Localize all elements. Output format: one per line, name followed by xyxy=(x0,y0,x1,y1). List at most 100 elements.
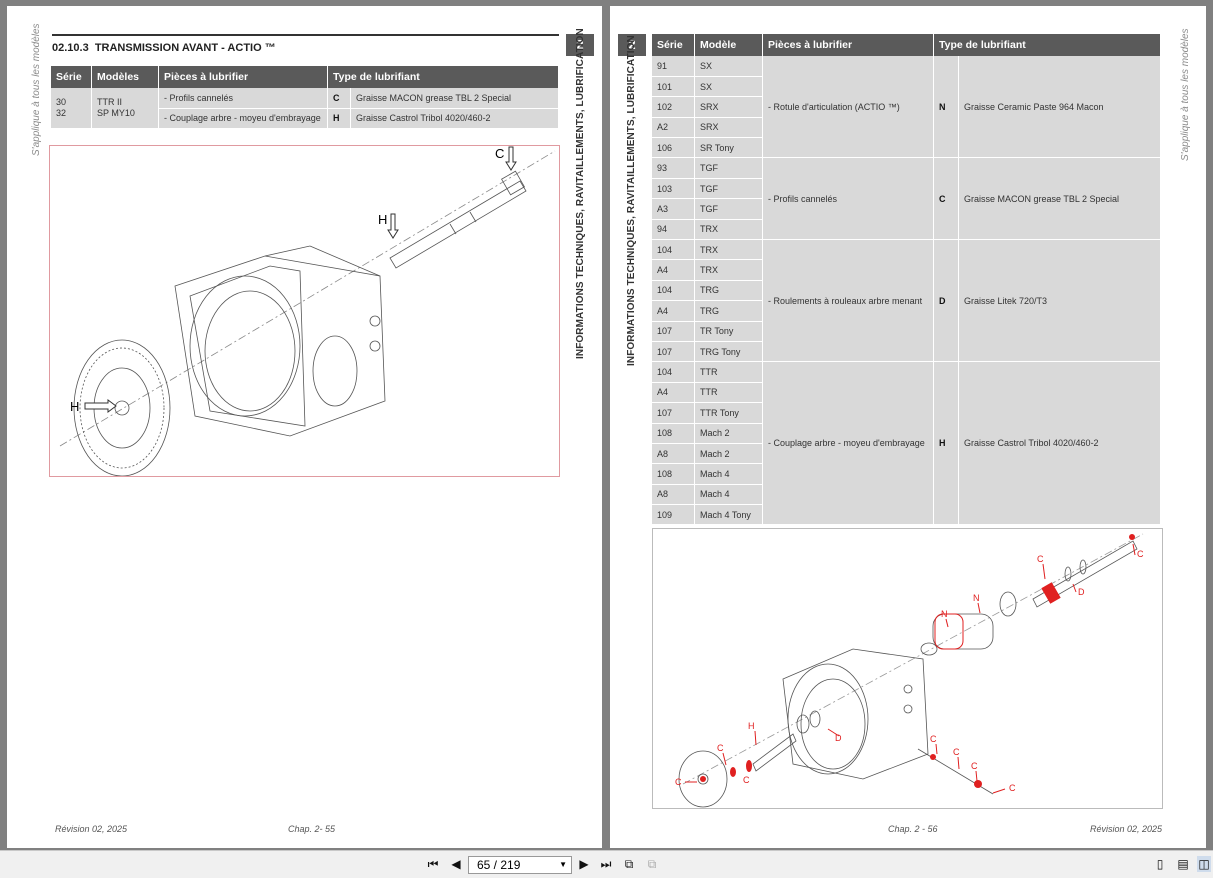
right-table-body: 91 SX - Rotule d'articulation (ACTIO ™) N Gr… xyxy=(652,56,1161,526)
cell-code: D xyxy=(933,239,959,363)
cell-model: SR Tony xyxy=(694,137,763,159)
single-page-icon[interactable]: ▯ xyxy=(1153,856,1167,872)
cell-model: SRX xyxy=(694,96,763,118)
header-type: Type de lubrifiant xyxy=(327,66,559,88)
cell-model: TRG xyxy=(694,280,763,302)
cell-series: A2 xyxy=(652,117,695,139)
table-row: 93 TGF - Profils cannelés C Graisse MACON gr… xyxy=(652,157,1161,241)
cell-model: Mach 4 Tony xyxy=(694,504,763,526)
cell-series: 30 32 xyxy=(51,88,92,129)
cell-models: TTR II SP MY10 xyxy=(91,88,159,129)
cell-code: C xyxy=(327,88,351,109)
chapter-title-vertical: INFORMATIONS TECHNIQUES, RAVITAILLEMENTS… xyxy=(626,35,637,366)
cell-series: 104 xyxy=(652,280,695,302)
previous-page-icon[interactable]: ◀ xyxy=(449,856,463,872)
transmission-figure-left: C H H xyxy=(49,145,560,477)
cell-series: 91 xyxy=(652,56,695,77)
footer-revision: Révision 02, 2025 xyxy=(1090,824,1163,834)
table-row: 104 TRX - Roulements à rouleaux arbre mena… xyxy=(652,239,1161,363)
go-back-icon[interactable]: ⧉ xyxy=(622,856,636,872)
cell-series: A4 xyxy=(652,259,695,281)
cell-model: SX xyxy=(694,56,763,77)
figure-label-d: D xyxy=(1078,587,1085,597)
cell-model: TRX xyxy=(694,259,763,281)
header-serie: Série xyxy=(51,66,92,88)
cell-lubricant: Graisse MACON grease TBL 2 Special xyxy=(958,157,1161,241)
cell-model: TGF xyxy=(694,157,763,179)
header-type: Type de lubrifiant xyxy=(933,34,1161,56)
figure-label-c: C xyxy=(495,146,504,161)
go-forward-icon[interactable]: ⧉ xyxy=(645,856,659,872)
cell-model: TRX xyxy=(694,239,763,261)
section-name: TRANSMISSION AVANT - ACTIO ™ xyxy=(94,42,276,54)
cell-code: C xyxy=(933,157,959,241)
cell-lubricant: Graisse MACON grease TBL 2 Special xyxy=(350,88,559,109)
figure-label-c: C xyxy=(971,761,978,771)
cell-part: - Profils cannelés xyxy=(158,88,328,109)
cell-lubricant: Graisse Litek 720/T3 xyxy=(958,239,1161,363)
cell-code: H xyxy=(327,108,351,129)
cell-code: H xyxy=(933,361,959,526)
figure-label-c: C xyxy=(743,775,750,785)
continuous-page-icon[interactable]: ▤ xyxy=(1176,856,1190,872)
cell-model: TR Tony xyxy=(694,321,763,342)
cell-model: TGF xyxy=(694,198,763,220)
cell-series: 94 xyxy=(652,219,695,241)
cell-model: SRX xyxy=(694,117,763,139)
footer-page-number: Chap. 2- 55 xyxy=(288,824,336,834)
footer-revision: Révision 02, 2025 xyxy=(55,824,128,834)
cell-model: TRG xyxy=(694,300,763,322)
cell-part: - Couplage arbre - moyeu d'embrayage xyxy=(158,108,328,129)
header-pieces: Pièces à lubrifier xyxy=(762,34,934,56)
table-row: 104 TTR - Couplage arbre - moyeu d'embraya… xyxy=(652,361,1161,526)
figure-label-c: C xyxy=(717,743,724,753)
figure-label-c: C xyxy=(1037,554,1044,564)
cell-model: TTR xyxy=(694,361,763,383)
figure-label-c: C xyxy=(675,777,682,787)
header-pieces: Pièces à lubrifier xyxy=(158,66,328,88)
cell-part: - Couplage arbre - moyeu d'embrayage xyxy=(762,361,934,526)
cell-series: 104 xyxy=(652,239,695,261)
cell-model: Mach 2 xyxy=(694,423,763,444)
table-row: 91 SX - Rotule d'articulation (ACTIO ™) N Gr… xyxy=(652,56,1161,159)
section-number: 02.10.3 xyxy=(52,42,89,54)
cell-series: A8 xyxy=(652,484,695,506)
applies-to-all-note: S'applique à tous les modèles xyxy=(31,23,42,156)
cell-series: 103 xyxy=(652,178,695,200)
cell-series: A8 xyxy=(652,443,695,465)
figure-label-h: H xyxy=(748,721,755,731)
figure-label-c: C xyxy=(930,734,937,744)
cell-lubricant: Graisse Castrol Tribol 4020/460-2 xyxy=(350,108,559,129)
figure-label-c: C xyxy=(1137,549,1144,559)
cell-series: 107 xyxy=(652,402,695,424)
chapter-title-vertical: INFORMATIONS TECHNIQUES, RAVITAILLEMENTS… xyxy=(575,28,586,359)
cell-model: SX xyxy=(694,76,763,98)
exploded-view-drawing-right: C C D N N H D C C C C C C C xyxy=(675,533,1144,808)
cell-part: - Roulements à rouleaux arbre menant xyxy=(762,239,934,363)
page-indicator: 65 / 219 xyxy=(477,858,521,872)
header-modeles: Modèles xyxy=(91,66,159,88)
cell-part: - Rotule d'articulation (ACTIO ™) xyxy=(762,56,934,159)
last-page-icon[interactable]: ⏭ xyxy=(599,856,613,872)
footer-page-number: Chap. 2 - 56 xyxy=(888,824,938,834)
page-number-select[interactable]: 65 / 219 ▼ xyxy=(468,856,572,874)
lubrication-table-right: Série Modèle Pièces à lubrifier Type de … xyxy=(652,34,1161,526)
cell-part: - Profils cannelés xyxy=(762,157,934,241)
cell-code: N xyxy=(933,56,959,159)
cell-series: A4 xyxy=(652,382,695,404)
cell-model: TTR Tony xyxy=(694,402,763,424)
cell-series: A3 xyxy=(652,198,695,220)
next-page-icon[interactable]: ▶ xyxy=(577,856,591,872)
left-page: S'applique à tous les modèles 2 INFORMAT… xyxy=(7,6,602,848)
cell-series: 106 xyxy=(652,137,695,159)
right-page: 2 INFORMATIONS TECHNIQUES, RAVITAILLEMEN… xyxy=(610,6,1206,848)
figure-label-n: N xyxy=(941,609,948,619)
cell-series: 108 xyxy=(652,423,695,444)
cell-series: A4 xyxy=(652,300,695,322)
cell-series: 102 xyxy=(652,96,695,118)
first-page-icon[interactable]: ⏮ xyxy=(426,856,440,872)
facing-pages-icon[interactable]: ◫ xyxy=(1197,856,1211,872)
exploded-view-drawing: C H H xyxy=(59,146,556,477)
figure-label-h: H xyxy=(70,399,79,414)
figure-label-c: C xyxy=(953,747,960,757)
